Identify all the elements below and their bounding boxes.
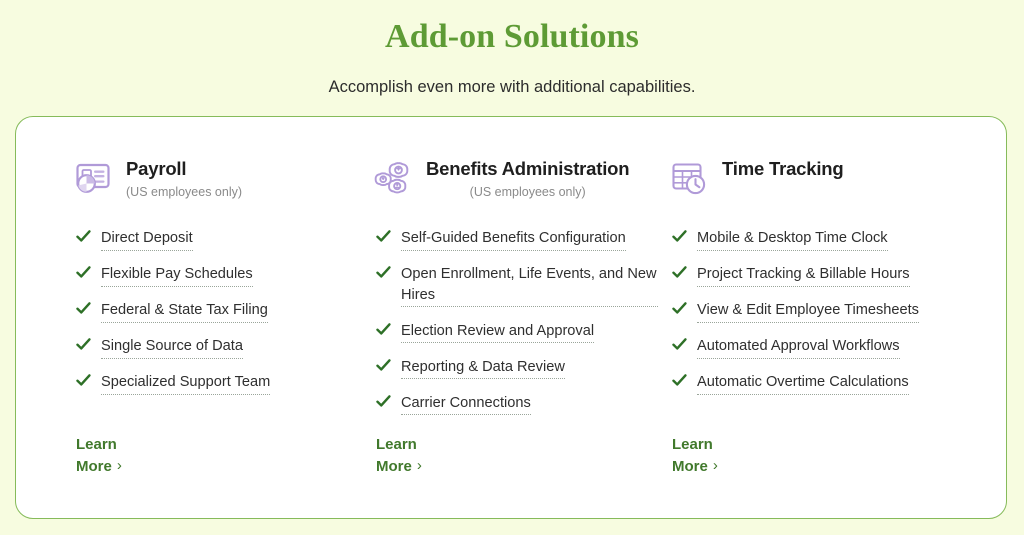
feature-item: View & Edit Employee Timesheets [672, 300, 954, 323]
chevron-right-icon: › [116, 457, 122, 474]
column-header-text-benefits-administration: Benefits Administration (US employees on… [426, 157, 630, 200]
checkmark-icon [76, 373, 91, 391]
calendar-clock-icon [669, 158, 709, 198]
feature-item: Specialized Support Team [76, 372, 358, 395]
addon-column-payroll: Payroll (US employees only) Direct Depos… [73, 117, 358, 520]
learn-more-link-time-tracking[interactable]: Learn More › [672, 434, 792, 478]
feature-item: Single Source of Data [76, 336, 358, 359]
addon-solutions-page: Add-on Solutions Accomplish even more wi… [0, 0, 1024, 535]
feature-label[interactable]: View & Edit Employee Timesheets [697, 300, 919, 323]
feature-label[interactable]: Automated Approval Workflows [697, 336, 900, 359]
checkmark-icon [672, 301, 687, 319]
benefits-flowers-icon [373, 158, 413, 198]
checkmark-icon [672, 337, 687, 355]
column-title: Benefits Administration [426, 158, 630, 179]
checkmark-icon [376, 394, 391, 412]
checkmark-icon [672, 229, 687, 247]
feature-item: Self-Guided Benefits Configuration [376, 228, 658, 251]
column-title: Time Tracking [722, 158, 844, 179]
checkmark-icon [376, 229, 391, 247]
feature-item: Flexible Pay Schedules [76, 264, 358, 287]
feature-label[interactable]: Specialized Support Team [101, 372, 271, 395]
column-note: (US employees only) [126, 185, 243, 199]
checkmark-icon [376, 358, 391, 376]
learn-more-line2: More › [376, 456, 496, 478]
addon-column-benefits-administration: Benefits Administration (US employees on… [373, 117, 658, 520]
feature-item: Mobile & Desktop Time Clock [672, 228, 954, 251]
column-header-text-payroll: Payroll (US employees only) [126, 157, 242, 200]
feature-item: Election Review and Approval [376, 321, 658, 343]
feature-list-payroll: Direct Deposit Flexible Pay Schedules Fe… [76, 228, 358, 408]
checkmark-icon [672, 373, 687, 391]
page-title: Add-on Solutions [385, 18, 639, 55]
learn-more-link-benefits-administration[interactable]: Learn More › [376, 434, 496, 478]
addon-column-time-tracking: Time Tracking Mobile & Desktop Time Cloc… [669, 117, 959, 520]
column-header-benefits-administration: Benefits Administration (US employees on… [373, 157, 630, 200]
learn-more-line1: Learn [76, 436, 117, 453]
learn-more-line2: More › [76, 456, 196, 478]
feature-item: Open Enrollment, Life Events, and New Hi… [376, 264, 658, 307]
checkmark-icon [76, 301, 91, 319]
page-subtitle: Accomplish even more with additional cap… [328, 78, 696, 96]
checkmark-icon [376, 265, 391, 283]
feature-item: Project Tracking & Billable Hours [672, 264, 954, 287]
checkmark-icon [672, 265, 687, 283]
chevron-right-icon: › [712, 457, 718, 474]
feature-label[interactable]: Mobile & Desktop Time Clock [697, 228, 888, 251]
feature-label[interactable]: Reporting & Data Review [401, 357, 565, 379]
learn-more-line1: Learn [376, 436, 417, 453]
learn-more-line2-text: More [376, 458, 412, 475]
column-note: (US employees only) [469, 185, 586, 199]
checkmark-icon [76, 337, 91, 355]
feature-item: Automatic Overtime Calculations [672, 372, 954, 395]
feature-item: Direct Deposit [76, 228, 358, 251]
checkmark-icon [76, 229, 91, 247]
addon-columns: Payroll (US employees only) Direct Depos… [16, 117, 1008, 520]
learn-more-line1: Learn [672, 436, 713, 453]
learn-more-line2: More › [672, 456, 792, 478]
feature-list-benefits-administration: Self-Guided Benefits Configuration Open … [376, 228, 658, 429]
feature-label[interactable]: Project Tracking & Billable Hours [697, 264, 910, 287]
feature-list-time-tracking: Mobile & Desktop Time Clock Project Trac… [672, 228, 954, 408]
chevron-right-icon: › [416, 457, 422, 474]
column-header-text-time-tracking: Time Tracking [722, 157, 844, 184]
feature-label[interactable]: Flexible Pay Schedules [101, 264, 253, 287]
payroll-report-icon [73, 158, 113, 198]
checkmark-icon [376, 322, 391, 340]
feature-item: Carrier Connections [376, 393, 658, 415]
feature-label[interactable]: Direct Deposit [101, 228, 193, 251]
learn-more-line2-text: More [672, 458, 708, 475]
feature-item: Federal & State Tax Filing [76, 300, 358, 323]
feature-label[interactable]: Election Review and Approval [401, 321, 595, 343]
feature-label[interactable]: Carrier Connections [401, 393, 531, 415]
learn-more-line2-text: More [76, 458, 112, 475]
feature-label[interactable]: Open Enrollment, Life Events, and New Hi… [401, 264, 658, 307]
checkmark-icon [76, 265, 91, 283]
column-header-time-tracking: Time Tracking [669, 157, 844, 198]
feature-label[interactable]: Self-Guided Benefits Configuration [401, 228, 626, 251]
addon-solutions-card: Payroll (US employees only) Direct Depos… [15, 116, 1007, 519]
feature-item: Automated Approval Workflows [672, 336, 954, 359]
feature-label[interactable]: Single Source of Data [101, 336, 243, 359]
column-title: Payroll [126, 158, 187, 179]
learn-more-link-payroll[interactable]: Learn More › [76, 434, 196, 478]
column-header-payroll: Payroll (US employees only) [73, 157, 242, 200]
feature-label[interactable]: Automatic Overtime Calculations [697, 372, 909, 395]
feature-item: Reporting & Data Review [376, 357, 658, 379]
feature-label[interactable]: Federal & State Tax Filing [101, 300, 268, 323]
